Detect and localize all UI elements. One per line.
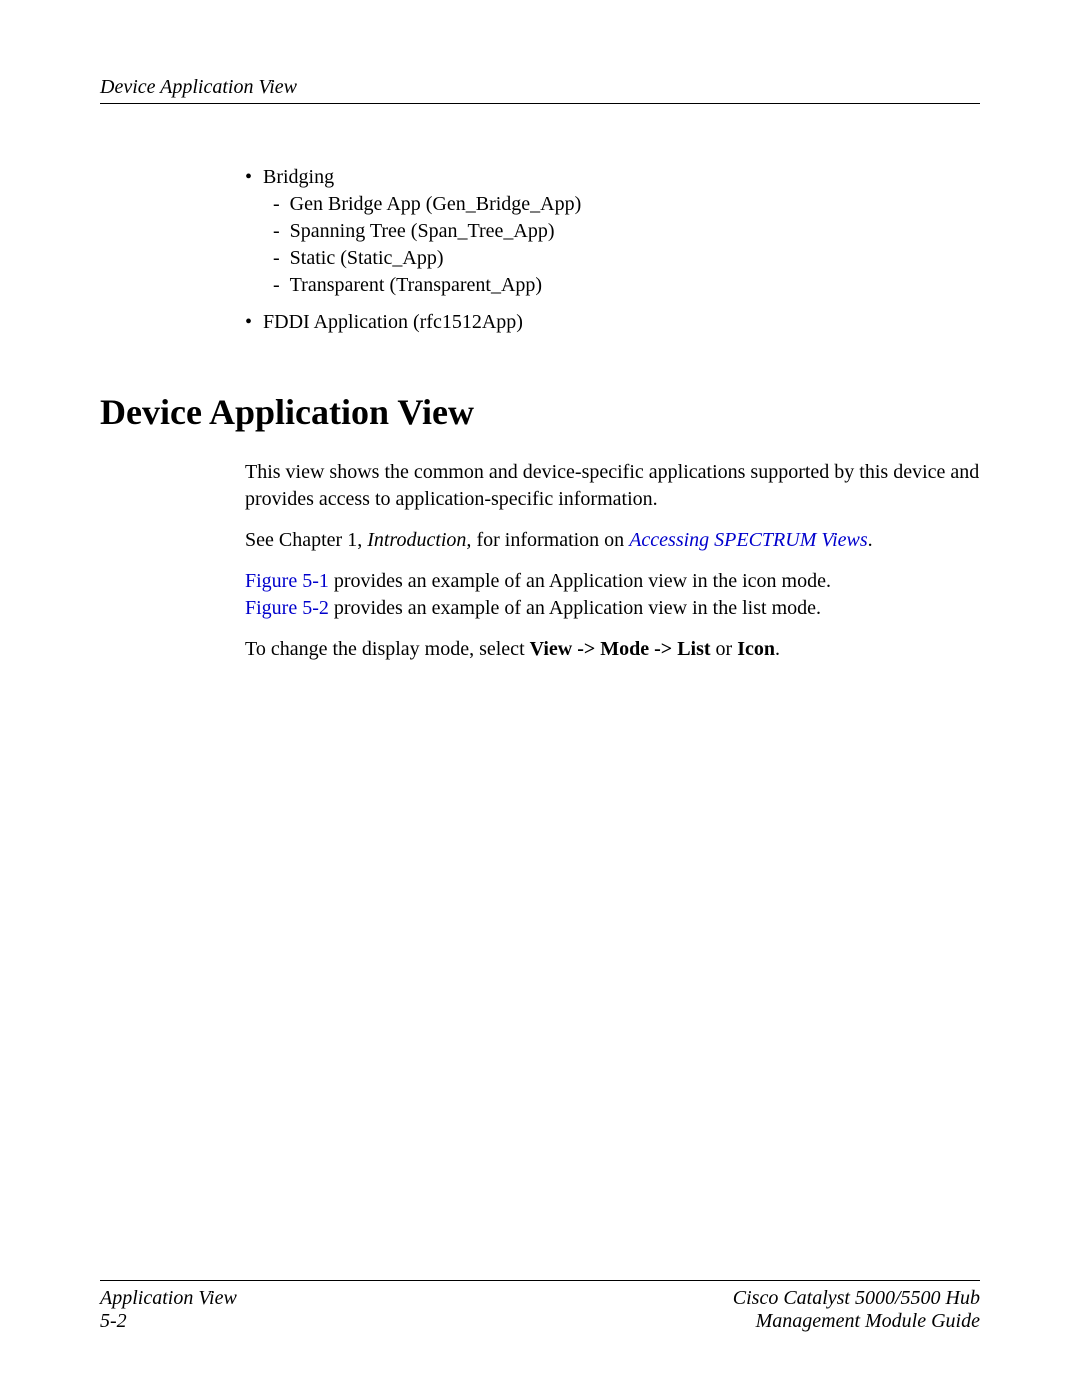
footer-page-number: 5-2 xyxy=(100,1310,127,1332)
cross-reference-link[interactable]: Accessing SPECTRUM Views xyxy=(629,529,867,551)
page-content: •Bridging - Gen Bridge App (Gen_Bridge_A… xyxy=(100,164,980,663)
figure-reference-link[interactable]: Figure 5-1 xyxy=(245,570,329,592)
sub-list-item: - Spanning Tree (Span_Tree_App) xyxy=(273,218,980,245)
page-area: Device Application View •Bridging - Gen … xyxy=(100,76,980,1337)
list-item-label: Bridging xyxy=(263,166,334,188)
paragraph: This view shows the common and device-sp… xyxy=(245,459,980,513)
sub-list-item: - Static (Static_App) xyxy=(273,245,980,272)
bullet-list: •Bridging - Gen Bridge App (Gen_Bridge_A… xyxy=(245,164,980,336)
bullet-icon: • xyxy=(245,309,263,336)
text: for information on xyxy=(471,529,629,551)
paragraph: To change the display mode, select View … xyxy=(245,636,980,663)
text: . xyxy=(868,529,873,551)
list-item: •Bridging xyxy=(245,164,980,191)
footer-row: Application View 5-2 Cisco Catalyst 5000… xyxy=(100,1287,980,1333)
text: provides an example of an Application vi… xyxy=(329,597,821,619)
footer-doc-subtitle: Management Module Guide xyxy=(756,1310,980,1332)
text: or xyxy=(711,638,738,660)
text: To change the display mode, select xyxy=(245,638,530,660)
page-header: Device Application View xyxy=(100,76,980,104)
sub-item-label: Gen Bridge App (Gen_Bridge_App) xyxy=(290,193,582,215)
footer-doc-title: Cisco Catalyst 5000/5500 Hub xyxy=(733,1287,980,1309)
page-footer: Application View 5-2 Cisco Catalyst 5000… xyxy=(100,1280,980,1333)
figure-reference-link[interactable]: Figure 5-2 xyxy=(245,597,329,619)
sub-item-label: Transparent (Transparent_App) xyxy=(290,274,542,296)
text-bold: View -> Mode -> List xyxy=(530,638,711,660)
sub-list-item: - Transparent (Transparent_App) xyxy=(273,272,980,299)
text: See Chapter 1, xyxy=(245,529,367,551)
body-text: This view shows the common and device-sp… xyxy=(245,459,980,663)
paragraph: Figure 5-1 provides an example of an App… xyxy=(245,568,980,622)
running-header-title: Device Application View xyxy=(100,76,297,98)
paragraph: See Chapter 1, Introduction, for informa… xyxy=(245,527,980,554)
section-heading: Device Application View xyxy=(100,391,980,433)
sub-list-item: - Gen Bridge App (Gen_Bridge_App) xyxy=(273,191,980,218)
list-item-label: FDDI Application (rfc1512App) xyxy=(263,311,523,333)
sub-item-label: Spanning Tree (Span_Tree_App) xyxy=(290,220,555,242)
text: . xyxy=(775,638,780,660)
list-item: •FDDI Application (rfc1512App) xyxy=(245,309,980,336)
footer-right: Cisco Catalyst 5000/5500 Hub Management … xyxy=(733,1287,980,1333)
text-bold: Icon xyxy=(737,638,775,660)
text: provides an example of an Application vi… xyxy=(329,570,831,592)
footer-section-title: Application View xyxy=(100,1287,237,1309)
text-italic: Introduction, xyxy=(367,529,471,551)
bullet-icon: • xyxy=(245,164,263,191)
sub-item-label: Static (Static_App) xyxy=(290,247,444,269)
footer-left: Application View 5-2 xyxy=(100,1287,237,1333)
